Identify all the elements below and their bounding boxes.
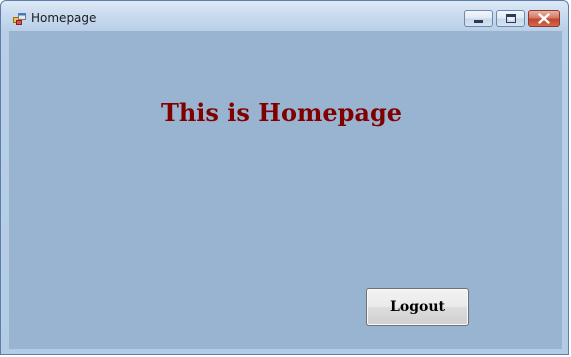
minimize-icon <box>474 20 483 23</box>
app-window-icon <box>13 12 26 25</box>
maximize-button[interactable] <box>496 10 525 27</box>
close-icon <box>538 13 550 24</box>
title-bar[interactable]: Homepage <box>1 1 568 31</box>
logout-button[interactable]: Logout <box>366 288 469 326</box>
minimize-button[interactable] <box>464 10 493 27</box>
close-button[interactable] <box>528 10 560 27</box>
form-client-area: This is Homepage Logout <box>9 31 562 349</box>
page-title: This is Homepage <box>160 98 402 127</box>
window-title: Homepage <box>31 11 97 25</box>
homepage-window: Homepage This is Homepage Logout <box>0 0 569 355</box>
restore-icon <box>506 14 516 23</box>
